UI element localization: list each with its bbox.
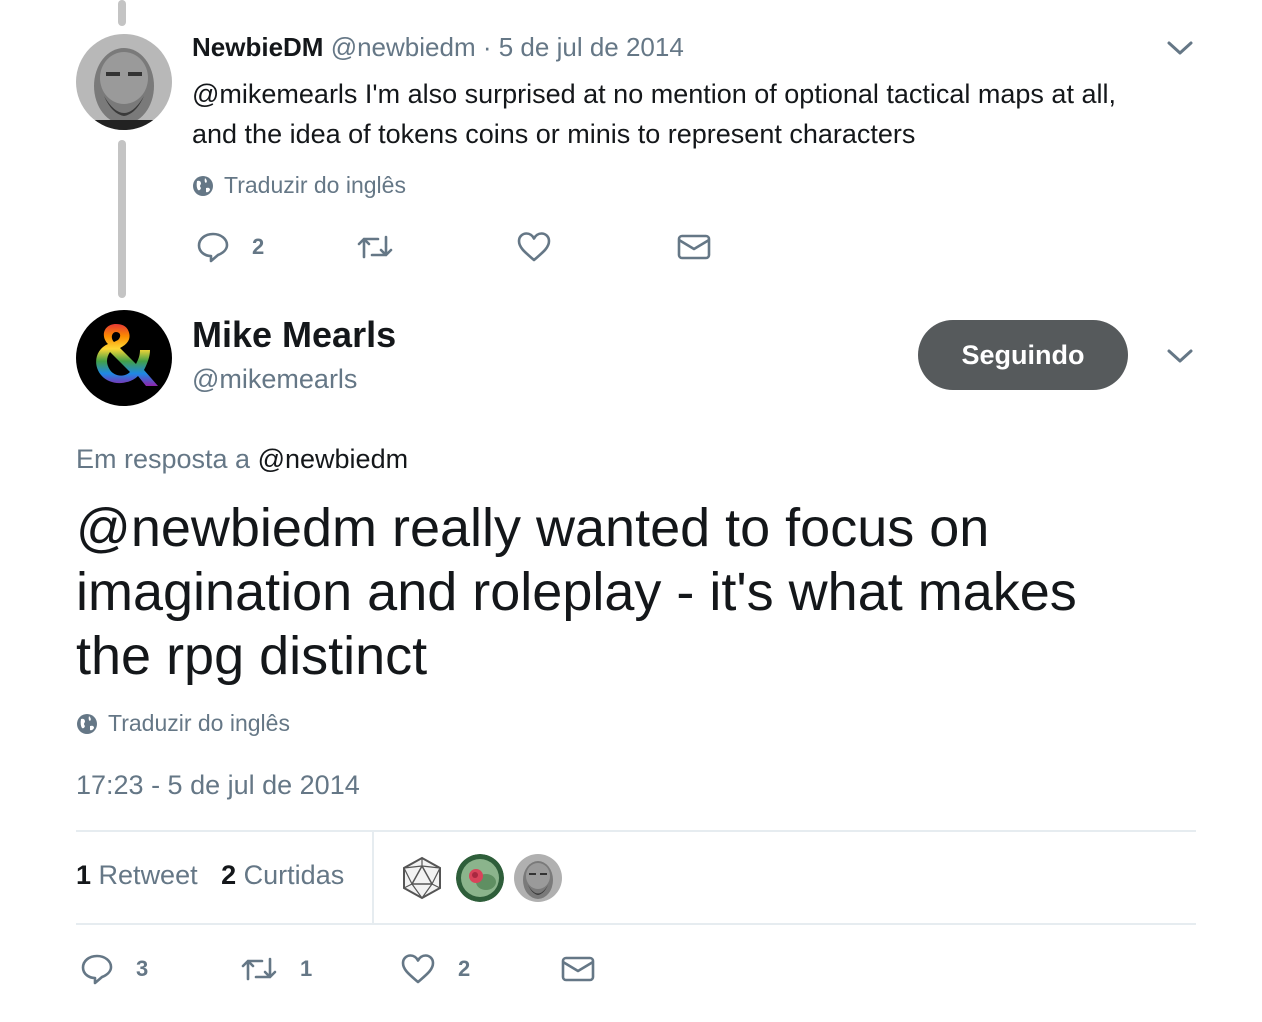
- main-reply-count: 3: [136, 956, 149, 981]
- likes-label: Curtidas: [243, 860, 345, 890]
- liker-avatar-d20[interactable]: [398, 854, 446, 902]
- retweets-number: 1: [76, 860, 92, 890]
- tweet-stats: 1 Retweet 2 Curtidas: [76, 860, 344, 891]
- parent-tweet-text-line2: and the idea of tokens coins or minis to…: [192, 119, 916, 149]
- parent-author-handle[interactable]: @newbiedm: [331, 32, 476, 62]
- main-like-button[interactable]: 2: [400, 952, 470, 986]
- newbiedm-avatar[interactable]: [76, 34, 172, 130]
- parent-tweet-menu-chevron[interactable]: [1166, 38, 1194, 63]
- parent-tweet-text-line1: @mikemearls I'm also surprised at no men…: [192, 79, 1116, 109]
- mail-icon: [561, 956, 595, 982]
- parent-tweet-header: NewbieDM @newbiedm · 5 de jul de 2014: [192, 32, 684, 63]
- likes-number: 2: [221, 860, 237, 890]
- retweet-icon: [241, 957, 277, 981]
- parent-translate-label: Traduzir do inglês: [224, 172, 406, 198]
- main-tweet-text: @newbiedm really wanted to focus on imag…: [76, 496, 1077, 688]
- main-translate-label: Traduzir do inglês: [108, 710, 290, 736]
- retweets-stat[interactable]: 1 Retweet: [76, 860, 205, 890]
- main-tweet-text-line1: @newbiedm really wanted to focus on: [76, 498, 990, 558]
- parent-like-button[interactable]: [516, 230, 552, 264]
- main-reply-button[interactable]: 3: [80, 952, 148, 986]
- main-tweet-text-line3: the rpg distinct: [76, 626, 428, 686]
- mikemearls-avatar[interactable]: [76, 310, 172, 406]
- main-retweet-count: 1: [300, 956, 313, 981]
- main-tweet-menu-chevron[interactable]: [1166, 346, 1194, 371]
- likes-stat[interactable]: 2 Curtidas: [221, 860, 344, 890]
- parent-dm-button[interactable]: [676, 230, 712, 264]
- liker-avatar-newbiedm[interactable]: [514, 854, 562, 902]
- main-translate-link[interactable]: Traduzir do inglês: [76, 710, 290, 737]
- stats-divider-top: [76, 830, 1196, 832]
- globe-icon: [77, 713, 97, 734]
- globe-icon: [193, 175, 213, 196]
- chevron-down-icon: [1167, 349, 1193, 363]
- parent-retweet-button[interactable]: [356, 230, 394, 264]
- parent-author-name[interactable]: NewbieDM: [192, 32, 323, 62]
- retweet-icon: [357, 235, 393, 259]
- main-tweet-timestamp[interactable]: 17:23 - 5 de jul de 2014: [76, 770, 360, 801]
- reply-icon: [81, 954, 113, 985]
- thread-line: [118, 140, 126, 298]
- chevron-down-icon: [1167, 41, 1193, 55]
- parent-reply-button[interactable]: 2: [196, 230, 264, 264]
- thread-line-top: [118, 0, 126, 26]
- main-author-handle[interactable]: @mikemearls: [192, 364, 357, 395]
- separator-dot: ·: [482, 32, 492, 62]
- liker-avatar-rose[interactable]: [456, 854, 504, 902]
- parent-translate-link[interactable]: Traduzir do inglês: [192, 172, 406, 199]
- heart-icon: [401, 954, 435, 984]
- stats-vertical-divider: [372, 832, 374, 924]
- in-reply-prefix: Em resposta a: [76, 444, 251, 474]
- main-author-name[interactable]: Mike Mearls: [192, 314, 396, 356]
- main-dm-button[interactable]: [560, 952, 596, 986]
- main-retweet-button[interactable]: 1: [240, 952, 312, 986]
- parent-reply-count: 2: [252, 234, 265, 259]
- parent-tweet-text: @mikemearls I'm also surprised at no men…: [192, 74, 1116, 154]
- main-like-count: 2: [458, 956, 471, 981]
- in-reply-handle-link[interactable]: @newbiedm: [258, 444, 408, 474]
- in-reply-to: Em resposta a @newbiedm: [76, 444, 408, 475]
- mail-icon: [677, 234, 711, 260]
- stats-divider-bottom: [76, 923, 1196, 925]
- following-button[interactable]: Seguindo: [918, 320, 1128, 390]
- reply-icon: [197, 232, 229, 263]
- main-tweet-text-line2: imagination and roleplay - it's what mak…: [76, 562, 1077, 622]
- retweets-label: Retweet: [98, 860, 198, 890]
- heart-icon: [517, 232, 551, 262]
- parent-tweet-date[interactable]: 5 de jul de 2014: [499, 32, 684, 62]
